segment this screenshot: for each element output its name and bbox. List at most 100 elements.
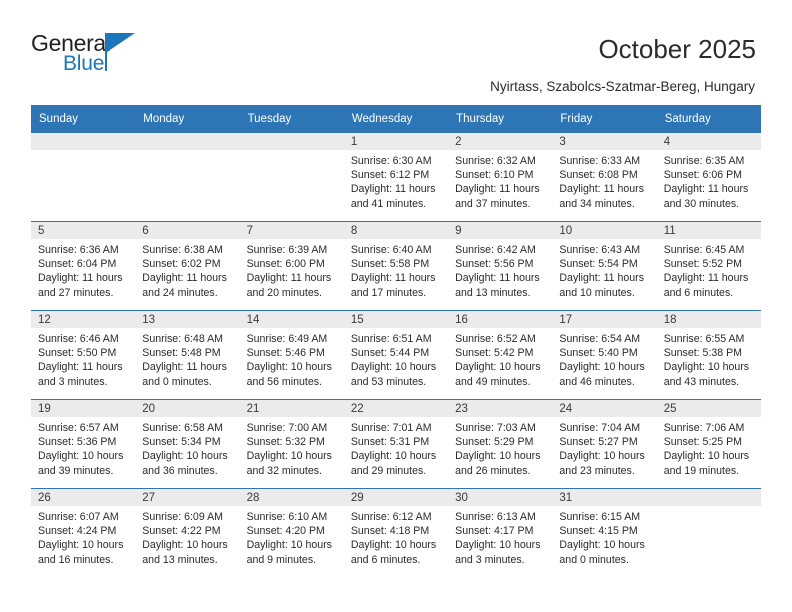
daylight-duration-line2: and 32 minutes. [246, 464, 322, 477]
calendar-day-cell[interactable]: 5 Sunrise: 6:36 AM Sunset: 6:04 PM Daylight… [31, 221, 136, 311]
calendar-day-cell[interactable]: 18 Sunrise: 6:55 AM Sunset: 5:38 PM Dayligh… [656, 310, 761, 400]
daylight-duration-line1: Daylight: 10 hours [559, 361, 645, 374]
daylight-duration-line2: and 20 minutes. [246, 286, 322, 299]
calendar-day-cell[interactable]: 14 Sunrise: 6:49 AM Sunset: 5:46 PM Dayligh… [239, 310, 344, 400]
day-number: 30 [448, 489, 553, 506]
day-number: 1 [343, 133, 449, 150]
sunset-time: Sunset: 4:24 PM [38, 525, 117, 538]
general-blue-logo: General Blue [31, 32, 171, 84]
calendar-day-cell[interactable]: 31 Sunrise: 6:15 AM Sunset: 4:15 PM Dayligh… [552, 488, 657, 577]
daylight-duration-line2: and 3 minutes. [455, 553, 525, 566]
sunset-time: Sunset: 6:04 PM [38, 258, 117, 271]
calendar-day-cell[interactable]: 16 Sunrise: 6:52 AM Sunset: 5:42 PM Dayligh… [448, 310, 553, 400]
sunset-time: Sunset: 5:42 PM [455, 347, 534, 360]
day-details: Sunrise: 6:36 AM Sunset: 6:04 PM Daylight:… [31, 239, 135, 300]
daylight-duration-line1: Daylight: 11 hours [246, 272, 332, 285]
calendar-day-cell[interactable]: 21 Sunrise: 7:00 AM Sunset: 5:32 PM Dayligh… [239, 399, 344, 489]
calendar-day-cell[interactable]: 17 Sunrise: 6:54 AM Sunset: 5:40 PM Dayligh… [552, 310, 657, 400]
sunrise-time: Sunrise: 6:43 AM [559, 244, 641, 256]
sunset-time: Sunset: 5:50 PM [38, 347, 117, 360]
day-details: Sunrise: 6:30 AM Sunset: 6:12 PM Daylight:… [344, 150, 448, 211]
calendar-day-cell[interactable]: 15 Sunrise: 6:51 AM Sunset: 5:44 PM Dayligh… [343, 310, 449, 400]
daylight-duration-line2: and 41 minutes. [350, 197, 427, 210]
weekday-header-thursday: Thursday [448, 105, 553, 133]
sunset-time: Sunset: 5:36 PM [38, 436, 117, 449]
sunrise-time: Sunrise: 7:00 AM [246, 422, 328, 434]
day-number: 28 [239, 489, 344, 506]
day-number: 11 [656, 222, 761, 239]
day-number: 7 [239, 222, 344, 239]
daylight-duration-line2: and 49 minutes. [455, 375, 531, 388]
day-number [31, 133, 136, 150]
daylight-duration-line2: and 6 minutes. [350, 553, 421, 566]
sunset-time: Sunset: 6:06 PM [663, 169, 743, 182]
day-number: 14 [239, 311, 344, 328]
daylight-duration-line2: and 36 minutes. [142, 464, 218, 477]
calendar-day-cell[interactable]: 7 Sunrise: 6:39 AM Sunset: 6:00 PM Daylight… [239, 221, 344, 311]
daylight-duration-line1: Daylight: 11 hours [663, 272, 749, 285]
daylight-duration-line2: and 17 minutes. [350, 286, 427, 299]
logo-triangle-icon [107, 33, 135, 52]
sunrise-time: Sunrise: 6:57 AM [38, 422, 119, 434]
calendar-day-cell[interactable]: 12 Sunrise: 6:46 AM Sunset: 5:50 PM Dayligh… [31, 310, 136, 400]
calendar-day-cell[interactable]: 6 Sunrise: 6:38 AM Sunset: 6:02 PM Daylight… [135, 221, 240, 311]
daylight-duration-line2: and 3 minutes. [38, 375, 108, 388]
calendar-day-cell[interactable]: 19 Sunrise: 6:57 AM Sunset: 5:36 PM Dayligh… [31, 399, 136, 489]
sunset-time: Sunset: 6:08 PM [559, 169, 638, 182]
calendar-day-cell[interactable]: 10 Sunrise: 6:43 AM Sunset: 5:54 PM Dayligh… [552, 221, 657, 311]
daylight-duration-line1: Daylight: 11 hours [38, 272, 123, 285]
sunrise-time: Sunrise: 6:07 AM [38, 511, 119, 523]
sunrise-time: Sunrise: 7:04 AM [559, 422, 641, 434]
sunrise-time: Sunrise: 6:55 AM [663, 333, 745, 345]
calendar-day-cell[interactable]: 27 Sunrise: 6:09 AM Sunset: 4:22 PM Dayligh… [135, 488, 240, 577]
calendar-day-cell-empty [135, 133, 240, 222]
sunset-time: Sunset: 5:56 PM [455, 258, 534, 271]
daylight-duration-line2: and 0 minutes. [142, 375, 212, 388]
daylight-duration-line1: Daylight: 10 hours [246, 450, 332, 463]
daylight-duration-line2: and 10 minutes. [559, 286, 635, 299]
sunset-time: Sunset: 4:20 PM [246, 525, 325, 538]
sunrise-time: Sunrise: 6:42 AM [455, 244, 536, 256]
calendar-day-cell[interactable]: 26 Sunrise: 6:07 AM Sunset: 4:24 PM Dayligh… [31, 488, 136, 577]
calendar-day-cell[interactable]: 1 Sunrise: 6:30 AM Sunset: 6:12 PM Daylight… [343, 133, 449, 222]
day-number: 29 [343, 489, 449, 506]
sunset-time: Sunset: 5:54 PM [559, 258, 638, 271]
daylight-duration-line1: Daylight: 11 hours [663, 183, 749, 196]
calendar-day-cell[interactable]: 11 Sunrise: 6:45 AM Sunset: 5:52 PM Dayligh… [656, 221, 761, 311]
calendar-day-cell[interactable]: 24 Sunrise: 7:04 AM Sunset: 5:27 PM Dayligh… [552, 399, 657, 489]
calendar-day-cell[interactable]: 29 Sunrise: 6:12 AM Sunset: 4:18 PM Dayligh… [343, 488, 449, 577]
calendar-table: Sunday Monday Tuesday Wednesday Thursday… [31, 105, 761, 577]
daylight-duration-line2: and 26 minutes. [455, 464, 531, 477]
calendar-day-cell[interactable]: 20 Sunrise: 6:58 AM Sunset: 5:34 PM Dayligh… [135, 399, 240, 489]
day-details [240, 150, 344, 154]
calendar-day-cell-empty [656, 488, 761, 577]
sunrise-time: Sunrise: 6:38 AM [142, 244, 223, 256]
sunrise-time: Sunrise: 6:32 AM [455, 155, 536, 167]
sunset-time: Sunset: 5:31 PM [350, 436, 430, 449]
day-number: 24 [552, 400, 657, 417]
calendar-day-cell[interactable]: 2 Sunrise: 6:32 AM Sunset: 6:10 PM Daylight… [448, 133, 553, 222]
daylight-duration-line2: and 13 minutes. [455, 286, 531, 299]
day-details: Sunrise: 7:06 AM Sunset: 5:25 PM Daylight:… [657, 417, 761, 478]
calendar-day-cell[interactable]: 13 Sunrise: 6:48 AM Sunset: 5:48 PM Dayligh… [135, 310, 240, 400]
daylight-duration-line2: and 29 minutes. [350, 464, 427, 477]
sunset-time: Sunset: 5:32 PM [246, 436, 325, 449]
calendar-day-cell[interactable]: 23 Sunrise: 7:03 AM Sunset: 5:29 PM Dayligh… [448, 399, 553, 489]
calendar-day-cell[interactable]: 28 Sunrise: 6:10 AM Sunset: 4:20 PM Dayligh… [239, 488, 344, 577]
calendar-page: General Blue October 2025 Nyirtass, Szab… [0, 0, 792, 612]
day-details: Sunrise: 6:52 AM Sunset: 5:42 PM Daylight:… [448, 328, 552, 389]
daylight-duration-line2: and 23 minutes. [559, 464, 635, 477]
calendar-day-cell[interactable]: 22 Sunrise: 7:01 AM Sunset: 5:31 PM Dayligh… [343, 399, 449, 489]
calendar-day-cell[interactable]: 30 Sunrise: 6:13 AM Sunset: 4:17 PM Dayligh… [448, 488, 553, 577]
calendar-day-cell[interactable]: 8 Sunrise: 6:40 AM Sunset: 5:58 PM Daylight… [343, 221, 449, 311]
calendar-day-cell[interactable]: 25 Sunrise: 7:06 AM Sunset: 5:25 PM Dayligh… [656, 399, 761, 489]
calendar-day-cell[interactable]: 4 Sunrise: 6:35 AM Sunset: 6:06 PM Daylight… [656, 133, 761, 222]
day-details: Sunrise: 6:55 AM Sunset: 5:38 PM Daylight:… [657, 328, 761, 389]
day-number: 8 [343, 222, 449, 239]
calendar-day-cell[interactable]: 9 Sunrise: 6:42 AM Sunset: 5:56 PM Daylight… [448, 221, 553, 311]
weekday-header-monday: Monday [135, 105, 240, 133]
calendar-grid: Sunday Monday Tuesday Wednesday Thursday… [31, 105, 761, 577]
day-number: 20 [135, 400, 240, 417]
daylight-duration-line1: Daylight: 11 hours [142, 272, 227, 285]
calendar-day-cell[interactable]: 3 Sunrise: 6:33 AM Sunset: 6:08 PM Daylight… [552, 133, 657, 222]
